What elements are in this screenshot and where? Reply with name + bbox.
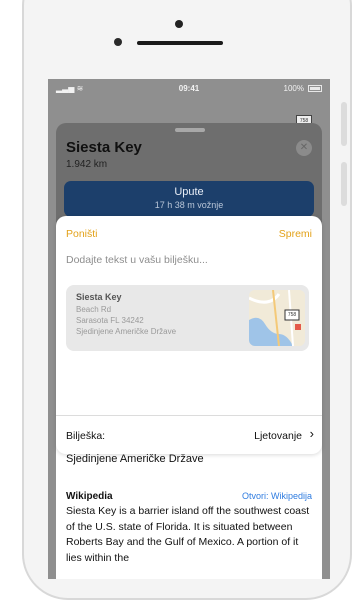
battery-icon	[308, 85, 322, 92]
phone-side-button	[341, 102, 347, 146]
directions-label: Upute	[174, 186, 204, 198]
directions-duration: 17 h 38 m vožnje	[154, 200, 224, 210]
location-address-line: Beach Rd	[76, 305, 112, 314]
sheet-divider	[56, 415, 322, 416]
directions-button[interactable]: Upute 17 h 38 m vožnje	[64, 181, 314, 217]
card-grabber[interactable]	[175, 128, 205, 132]
chevron-right-icon[interactable]: ›	[310, 427, 314, 441]
map-thumbnail-graphic	[249, 290, 305, 346]
note-input[interactable]	[66, 254, 306, 266]
location-card[interactable]: Siesta Key Beach Rd Sarasota FL 34242 Sj…	[66, 285, 309, 351]
place-title: Siesta Key	[66, 139, 142, 156]
save-button[interactable]: Spremi	[279, 228, 312, 240]
thumbnail-road-badge: 758	[287, 312, 297, 318]
note-sheet: Poništi Spremi Siesta Key Beach Rd Saras…	[56, 216, 322, 454]
country-line: Sjedinjene Američke Države	[66, 453, 204, 465]
screen: ▂▃▅ ≋ 09:41 100% 758 Siesta Key 1.942 km…	[48, 79, 330, 579]
wiki-source-label: Wikipedia	[66, 491, 113, 502]
note-value[interactable]: Ljetovanje	[254, 430, 302, 442]
note-label: Bilješka:	[66, 430, 106, 442]
cancel-button[interactable]: Poništi	[66, 228, 98, 240]
sensor-icon	[114, 38, 122, 46]
status-battery-text: 100%	[283, 84, 304, 93]
phone-side-button	[341, 162, 347, 206]
camera-icon	[175, 20, 183, 28]
location-title: Siesta Key	[76, 292, 122, 302]
map-thumbnail: 758	[249, 290, 305, 346]
place-distance: 1.942 km	[66, 159, 108, 170]
status-bar: ▂▃▅ ≋ 09:41 100%	[48, 79, 330, 99]
speaker-grille	[137, 41, 223, 45]
wiki-text: Siesta Key is a barrier island off the s…	[66, 505, 310, 564]
close-icon[interactable]: ✕	[296, 140, 312, 156]
location-address-line: Sjedinjene Američke Države	[76, 327, 177, 336]
open-wikipedia-link[interactable]: Otvori: Wikipedija	[242, 491, 312, 501]
location-address-line: Sarasota FL 34242	[76, 316, 144, 325]
